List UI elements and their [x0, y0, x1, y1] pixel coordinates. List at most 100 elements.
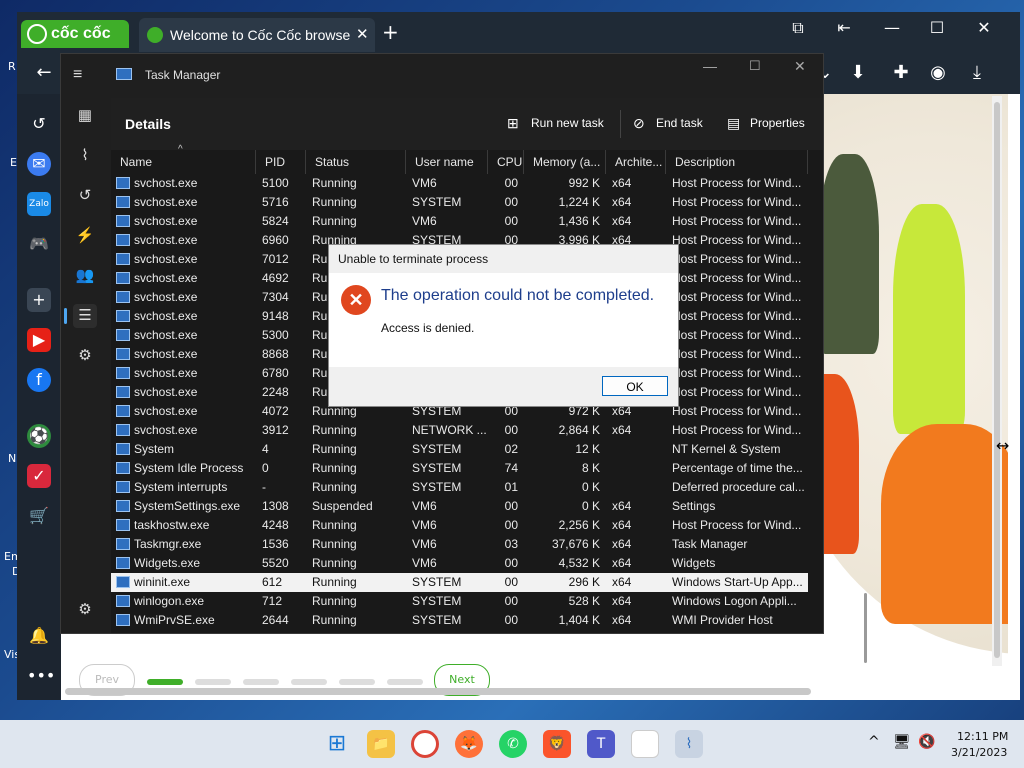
teams-icon[interactable]: T	[587, 730, 615, 758]
services-icon[interactable]: ⚙	[73, 344, 97, 368]
col-description[interactable]: Description	[666, 150, 808, 174]
brave-icon[interactable]: 🦁	[543, 730, 571, 758]
notepad-icon[interactable]	[631, 730, 659, 758]
col-memory[interactable]: Memory (a...	[524, 150, 606, 174]
process-icon	[116, 595, 130, 607]
tray-chevron-icon[interactable]: ^	[868, 734, 880, 750]
more-icon[interactable]: •••	[27, 664, 55, 688]
add-icon[interactable]: +	[27, 288, 51, 312]
col-username[interactable]: User name	[406, 150, 488, 174]
table-row[interactable]: System 4 Running SYSTEM 02 12 K NT Kernel & Sy…	[111, 440, 808, 459]
football-icon[interactable]: ⚽	[27, 424, 51, 448]
downloads-icon[interactable]: ⤓	[965, 62, 989, 83]
clock-date[interactable]: 3/21/2023	[951, 746, 1007, 759]
notification-bell-icon[interactable]: 🔔	[27, 624, 51, 648]
users-icon[interactable]: 👥	[73, 264, 97, 288]
volume-muted-icon[interactable]: 🔇	[918, 734, 935, 750]
pager-dot[interactable]	[387, 679, 423, 685]
tm-close-button[interactable]: ✕	[794, 58, 806, 75]
messenger-icon[interactable]: ✉	[27, 152, 51, 176]
horizontal-scrollbar[interactable]	[65, 688, 811, 695]
pager-dot[interactable]	[147, 679, 183, 685]
table-row[interactable]: System Idle Process 0 Running SYSTEM 74 8 K Pe…	[111, 459, 808, 478]
cell-username: SYSTEM	[412, 480, 462, 494]
page-title: Details	[125, 116, 171, 132]
end-task-button[interactable]: End task	[656, 116, 703, 130]
scrollbar-thumb[interactable]	[994, 102, 1000, 658]
tm-scrollbar[interactable]	[864, 593, 867, 663]
process-icon	[116, 519, 130, 531]
table-row[interactable]: svchost.exe 5716 Running SYSTEM 00 1,224 K x64…	[111, 193, 808, 212]
cell-name: Taskmgr.exe	[134, 537, 202, 551]
col-name[interactable]: Name	[111, 150, 256, 174]
col-pid[interactable]: PID	[256, 150, 306, 174]
file-explorer-icon[interactable]: 📁	[367, 730, 395, 758]
new-tab-button[interactable]: +	[382, 20, 399, 44]
maximize-button[interactable]: ☐	[922, 18, 952, 37]
facebook-icon[interactable]: f	[27, 368, 51, 392]
pager-dot[interactable]	[339, 679, 375, 685]
table-row[interactable]: svchost.exe 3912 Running NETWORK ... 00 2,864…	[111, 421, 808, 440]
table-row[interactable]: winlogon.exe 712 Running SYSTEM 00 528 K x64 Wi…	[111, 592, 808, 611]
table-row[interactable]: taskhostw.exe 4248 Running VM6 00 2,256 K x64 H…	[111, 516, 808, 535]
youtube-icon[interactable]: ▶	[27, 328, 51, 352]
cell-name: svchost.exe	[134, 271, 198, 285]
ok-button[interactable]: OK	[602, 376, 668, 396]
zalo-icon[interactable]: Zalo	[27, 192, 51, 216]
table-row[interactable]: svchost.exe 5100 Running VM6 00 992 K x64 Host …	[111, 174, 808, 193]
cell-pid: 1536	[262, 537, 289, 551]
whatsapp-icon[interactable]: ✆	[499, 730, 527, 758]
network-icon[interactable]: 🖥	[893, 734, 911, 750]
back-icon[interactable]: ←	[32, 62, 56, 83]
settings-icon[interactable]: ⚙	[73, 598, 97, 622]
tick-icon[interactable]: ✓	[27, 464, 51, 488]
tab-close-button[interactable]: ✕	[356, 18, 369, 52]
table-row[interactable]: Taskmgr.exe 1536 Running VM6 03 37,676 K x64 Ta…	[111, 535, 808, 554]
table-row[interactable]: WmiPrvSE.exe 2644 Running SYSTEM 00 1,404 K x6…	[111, 611, 808, 630]
run-new-task-button[interactable]: Run new task	[531, 116, 604, 130]
cell-description: Percentage of time the...	[672, 461, 803, 475]
cell-pid: 1308	[262, 499, 289, 513]
col-cpu[interactable]: CPU	[488, 150, 524, 174]
game-icon[interactable]: 🎮	[27, 232, 51, 256]
table-row[interactable]: wininit.exe 612 Running SYSTEM 00 296 K x64 Win…	[111, 573, 808, 592]
clock-time[interactable]: 12:11 PM	[957, 730, 1008, 743]
profile-icon[interactable]: ◉	[926, 62, 950, 83]
performance-icon[interactable]: ⌇	[73, 144, 97, 168]
browser-tab[interactable]: Welcome to Cốc Cốc browse ✕	[139, 18, 375, 52]
download-page-icon[interactable]: ⬇	[846, 62, 870, 83]
col-status[interactable]: Status	[306, 150, 406, 174]
back-arrow-icon[interactable]: ⇤	[829, 18, 859, 37]
dialog-title: Unable to terminate process	[338, 252, 489, 266]
cell-pid: 2248	[262, 385, 289, 399]
taskbar-task-manager-icon[interactable]: ⌇	[675, 730, 703, 758]
pager-dot[interactable]	[291, 679, 327, 685]
coccoc-logo[interactable]: cốc cốc	[21, 20, 129, 48]
screenshot-icon[interactable]: ⧉	[783, 18, 813, 38]
chrome-icon[interactable]	[411, 730, 439, 758]
app-history-icon[interactable]: ↺	[73, 184, 97, 208]
table-row[interactable]: System interrupts - Running SYSTEM 01 0 K Defe…	[111, 478, 808, 497]
shopping-cart-icon[interactable]: 🛒	[27, 504, 51, 528]
tm-minimize-button[interactable]: —	[703, 58, 717, 74]
vertical-scrollbar[interactable]	[992, 96, 1002, 666]
properties-button[interactable]: Properties	[750, 116, 805, 130]
cell-cpu: 03	[504, 537, 518, 551]
extensions-icon[interactable]: ✚	[889, 62, 913, 83]
cell-status: Running	[312, 176, 357, 190]
startup-apps-icon[interactable]: ⚡	[73, 224, 97, 248]
processes-icon[interactable]: ▦	[73, 104, 97, 128]
table-row[interactable]: Widgets.exe 5520 Running VM6 00 4,532 K x64 Wid…	[111, 554, 808, 573]
history-icon[interactable]: ↺	[27, 112, 51, 136]
tm-maximize-button[interactable]: ☐	[749, 58, 761, 74]
start-button[interactable]: ⊞	[323, 730, 351, 758]
table-row[interactable]: SystemSettings.exe 1308 Suspended VM6 00 0 K x…	[111, 497, 808, 516]
col-architecture[interactable]: Archite...	[606, 150, 666, 174]
table-row[interactable]: svchost.exe 5824 Running VM6 00 1,436 K x64 Hos…	[111, 212, 808, 231]
pager-dot[interactable]	[243, 679, 279, 685]
pager-dot[interactable]	[195, 679, 231, 685]
details-icon[interactable]: ☰	[73, 304, 97, 328]
firefox-icon[interactable]: 🦊	[455, 730, 483, 758]
minimize-button[interactable]: —	[877, 18, 907, 37]
close-window-button[interactable]: ✕	[969, 18, 999, 37]
